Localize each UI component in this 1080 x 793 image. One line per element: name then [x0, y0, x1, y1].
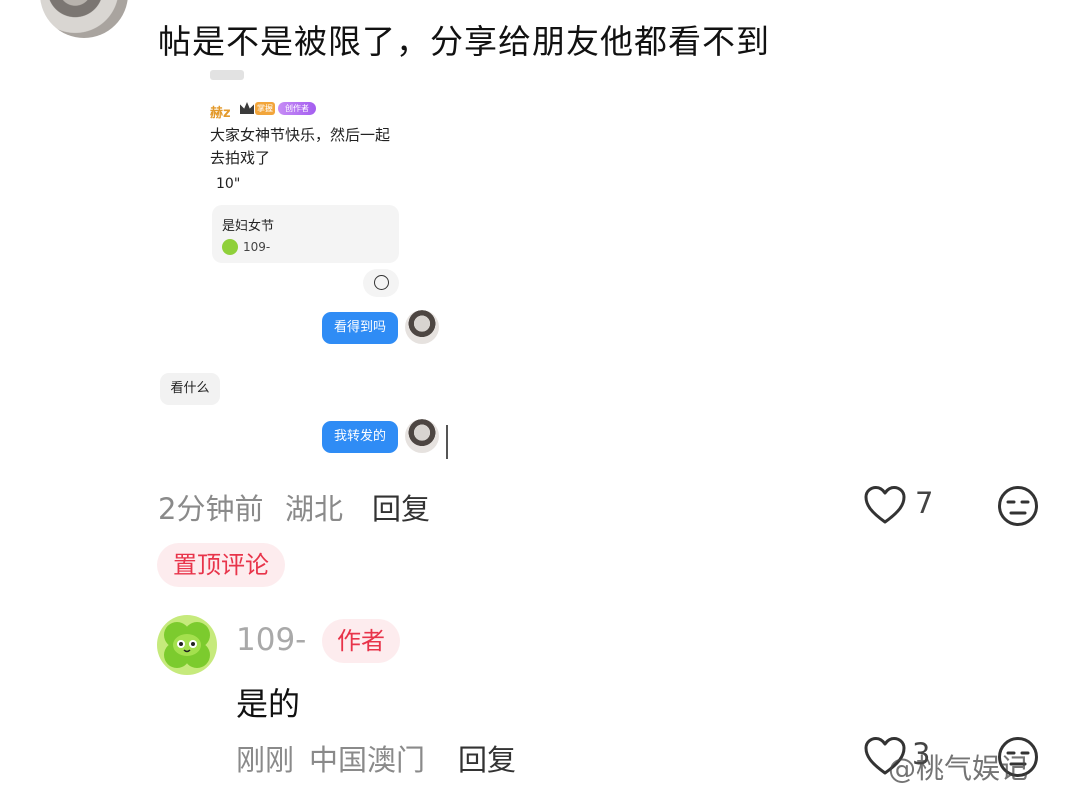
post-text-line-2: 去拍戏了 [210, 149, 271, 167]
comment-like-count: 7 [915, 486, 934, 520]
post-text-line-1: 大家女神节快乐，然后一起 [210, 126, 391, 144]
comment-location: 湖北 [285, 492, 344, 526]
shared-post-card [212, 205, 399, 263]
comment-reply-button[interactable]: 回复 [372, 486, 430, 528]
crown-icon [240, 102, 254, 114]
reply-location: 中国澳门 [309, 743, 426, 777]
video-duration: 10" [216, 176, 241, 192]
reply-avatar[interactable] [157, 615, 217, 675]
reply-reply-button[interactable]: 回复 [458, 737, 516, 779]
chat-bubble-received: 看什么 [160, 373, 220, 405]
user-tag-orange: 掌握 [255, 102, 275, 115]
watermark: @桃气娱记 [888, 752, 1029, 785]
post-username: 赫z [210, 106, 231, 121]
reply-author-name[interactable]: 109- [236, 622, 306, 658]
chat-bubble-sent: 我转发的 [322, 421, 398, 453]
chat-avatar [405, 419, 439, 453]
shared-post-avatar [222, 239, 238, 255]
comment-text: 帖是不是被限了，分享给朋友他都看不到 [158, 22, 770, 61]
comment-time: 2分钟前 [158, 492, 264, 526]
attached-chat-screenshot[interactable]: 赫z 掌握 创作者 大家女神节快乐，然后一起 去拍戏了 10" 是妇女节 109… [158, 62, 458, 462]
text-cursor [446, 425, 448, 459]
reply-text: 是的 [236, 685, 301, 723]
emoji-icon [363, 269, 399, 297]
chat-avatar [405, 310, 439, 344]
reply-time: 刚刚 [236, 743, 295, 777]
creator-tag: 创作者 [278, 102, 316, 115]
chat-bubble-sent: 看得到吗 [322, 312, 398, 344]
commenter-avatar[interactable] [40, 0, 128, 38]
blurred-header [210, 70, 244, 80]
pinned-comment-badge: 置顶评论 [157, 543, 285, 587]
author-badge: 作者 [322, 619, 400, 663]
shared-post-title: 是妇女节 [222, 219, 275, 234]
dislike-face-icon[interactable] [997, 485, 1039, 527]
shared-post-author: 109- [243, 240, 271, 254]
heart-icon[interactable] [863, 485, 907, 525]
